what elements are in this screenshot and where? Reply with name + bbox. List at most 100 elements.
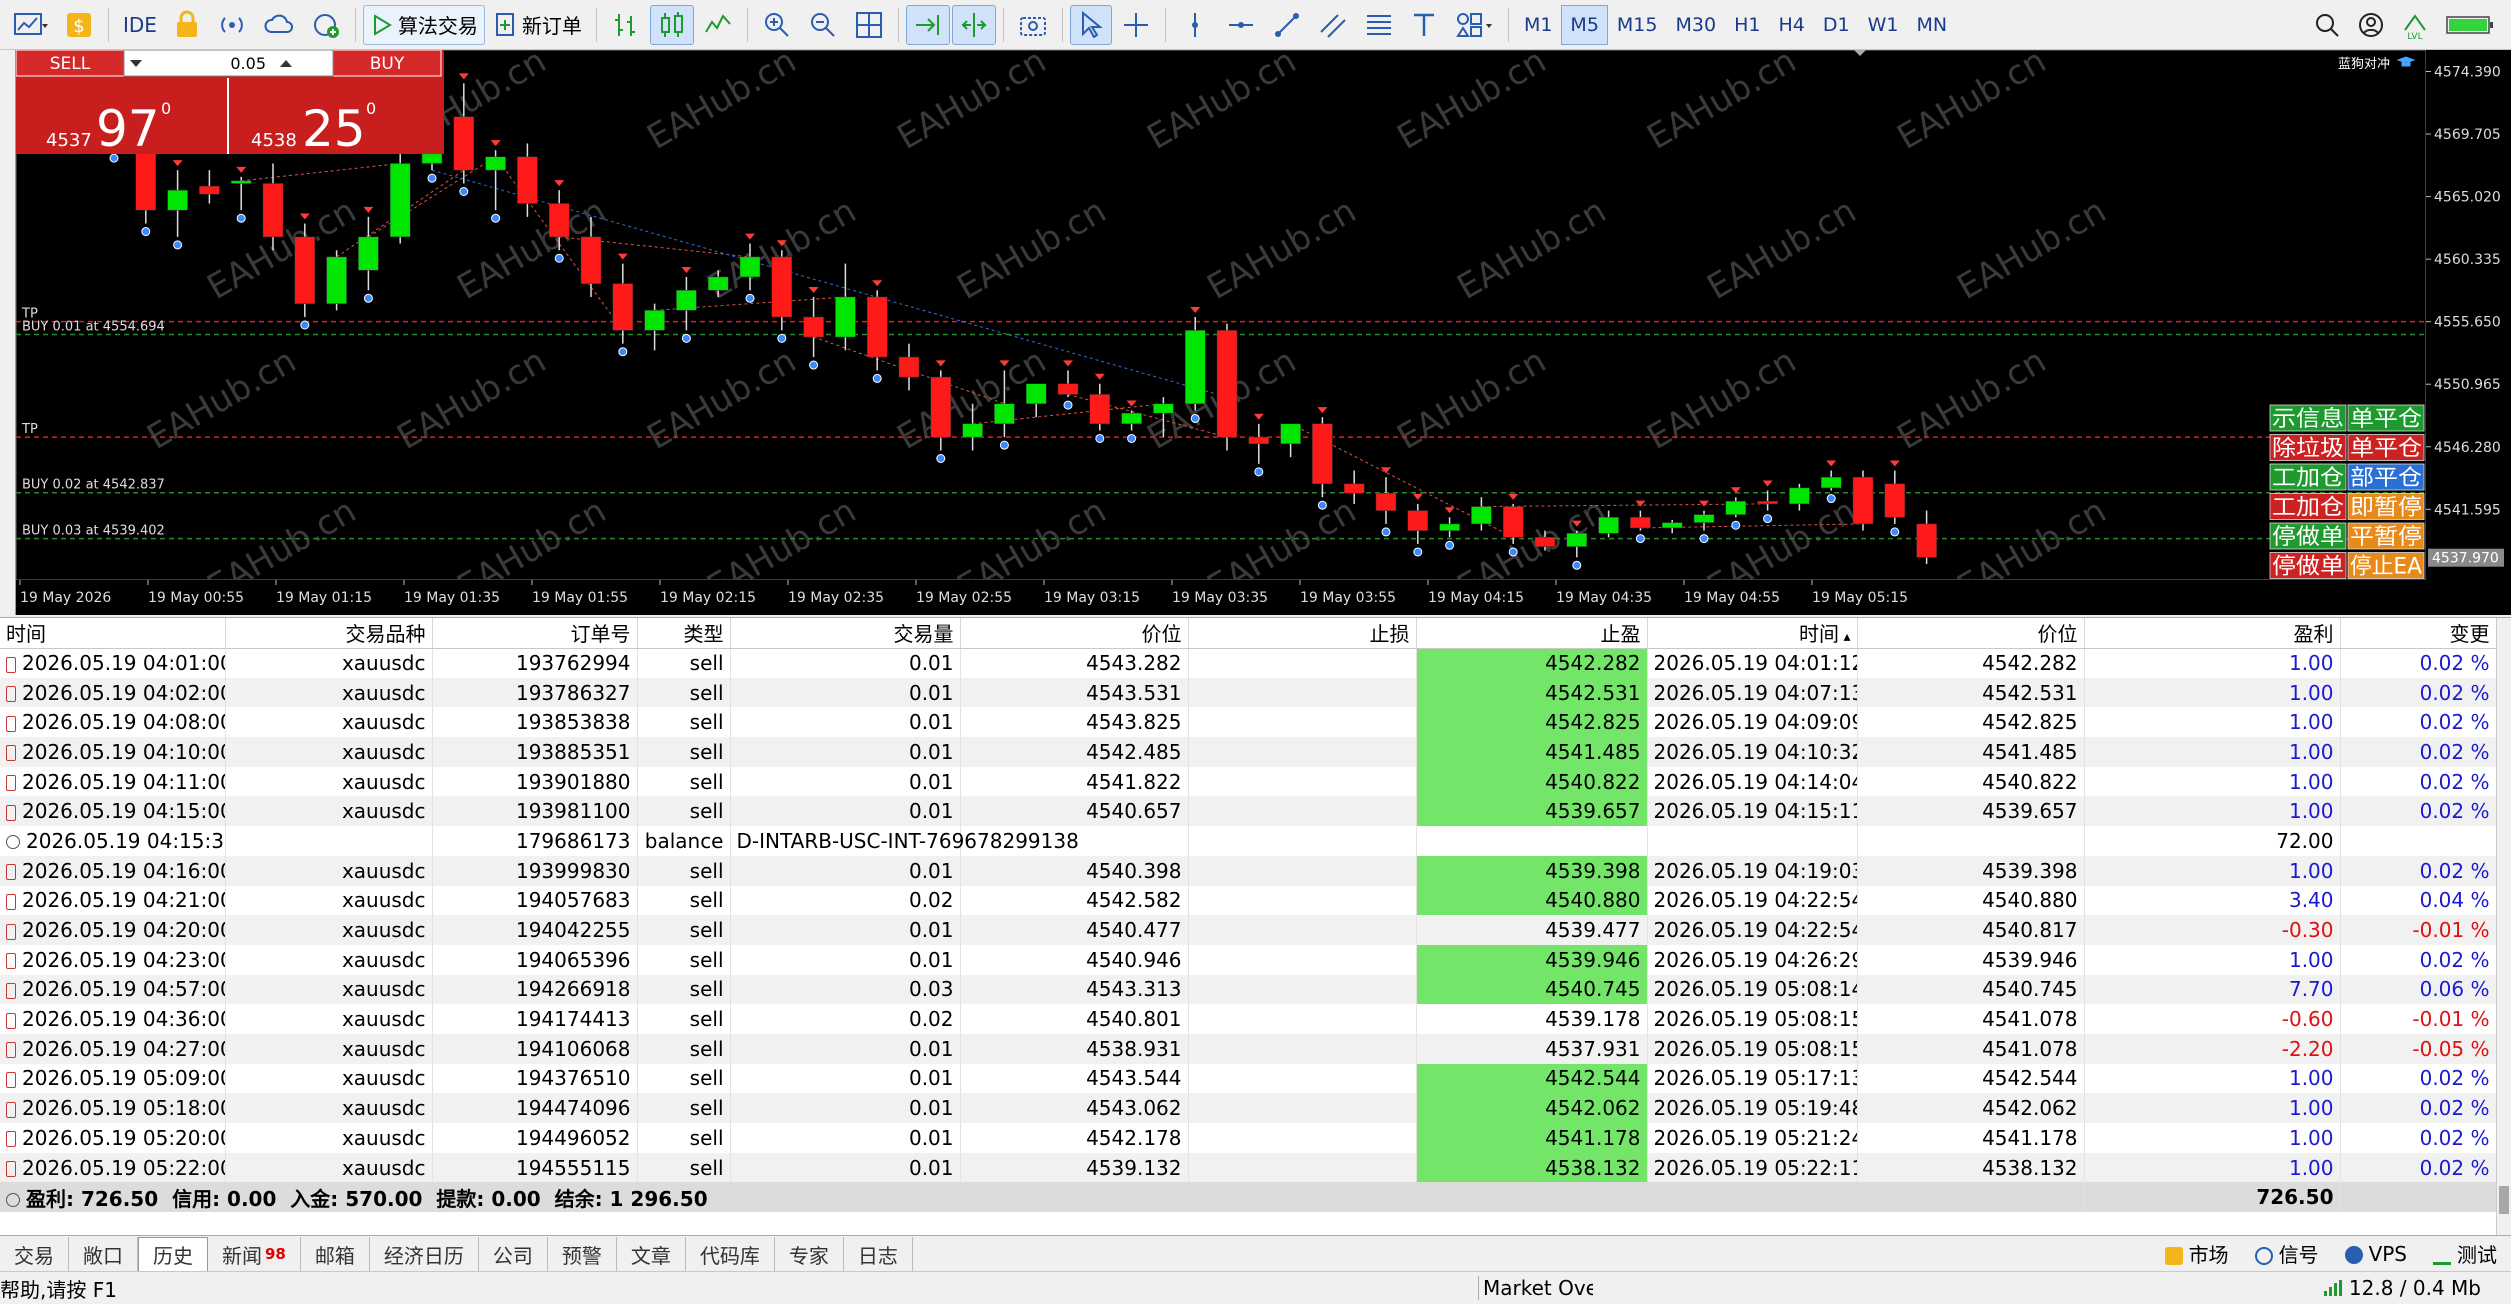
tab-8[interactable]: 文章 <box>617 1237 686 1271</box>
cursor-tool-button[interactable] <box>1069 4 1112 45</box>
candle-body[interactable] <box>1025 383 1047 405</box>
column-header-3[interactable]: 类型 <box>637 618 731 649</box>
candle-body[interactable] <box>1502 506 1524 538</box>
candle-body[interactable] <box>898 356 920 378</box>
candle-body[interactable] <box>1598 517 1619 534</box>
connection-status[interactable]: 12.8 / 0.4 Mb <box>2323 1276 2511 1300</box>
column-header-1[interactable]: 交易品种 <box>225 618 433 649</box>
column-header-4[interactable]: 交易量 <box>730 618 961 649</box>
timeframe-m5[interactable]: M5 <box>1561 4 1608 45</box>
column-header-8[interactable]: 时间 ▴ <box>1647 618 1858 649</box>
table-row[interactable]: 2026.05.19 04:16:00 xauusdc 193999830 sell 0… <box>0 855 2497 886</box>
table-row[interactable]: 2026.05.19 04:02:00 xauusdc 193786327 sell 0… <box>0 677 2497 708</box>
timeframe-d1[interactable]: D1 <box>1814 5 1859 45</box>
timeframe-h1[interactable]: H1 <box>1725 5 1769 45</box>
crosshair-tool-button[interactable] <box>1114 5 1158 45</box>
lock-button[interactable] <box>166 5 208 45</box>
table-row[interactable]: 2026.05.19 04:20:00 xauusdc 194042255 sell 0… <box>0 915 2497 945</box>
chart-shift-button[interactable] <box>951 4 996 45</box>
candle-body[interactable] <box>358 236 379 271</box>
price-chart[interactable]: EAHub.cn EAHub.cn EAHub.cn EAHub.cn EAHub.cn… <box>0 50 2511 615</box>
candle-body[interactable] <box>199 185 220 195</box>
candle-body[interactable] <box>167 189 188 211</box>
table-row[interactable]: 2026.05.19 05:18:00 xauusdc 194474096 sell 0… <box>0 1093 2497 1123</box>
fibonacci-button[interactable] <box>1357 5 1401 45</box>
candle-body[interactable] <box>930 376 952 438</box>
line-chart-button[interactable] <box>696 5 740 45</box>
table-row[interactable]: 2026.05.19 04:08:00 xauusdc 193853838 sell 0… <box>0 707 2497 738</box>
candle-body[interactable] <box>517 156 538 204</box>
candle-body[interactable] <box>1884 483 1906 518</box>
candle-body[interactable] <box>389 163 411 238</box>
column-header-6[interactable]: 止损 <box>1188 618 1417 649</box>
timeframe-m30[interactable]: M30 <box>1666 5 1725 45</box>
candle-body[interactable] <box>644 310 665 331</box>
candle-body[interactable] <box>962 423 983 438</box>
table-row[interactable]: 2026.05.19 04:11:00 xauusdc 193901880 sell 0… <box>0 766 2497 797</box>
tab-10[interactable]: 专家 <box>775 1237 844 1271</box>
tab-7[interactable]: 预警 <box>548 1237 617 1271</box>
table-row[interactable]: 2026.05.19 04:36:00 xauusdc 194174413 sell 0… <box>0 1004 2497 1034</box>
candle-body[interactable] <box>1280 423 1301 445</box>
candle-body[interactable] <box>262 183 284 238</box>
candle-body[interactable] <box>1121 412 1142 425</box>
candle-body[interactable] <box>1312 423 1333 485</box>
column-header-7[interactable]: 止盈 <box>1416 618 1648 649</box>
candle-body[interactable] <box>1407 510 1429 531</box>
candle-body[interactable] <box>1184 330 1206 405</box>
candle-body[interactable] <box>1566 533 1588 547</box>
candle-body[interactable] <box>1916 523 1937 558</box>
shapes-button[interactable] <box>1447 5 1501 45</box>
candle-body[interactable] <box>1471 506 1492 525</box>
tab-4[interactable]: 邮箱 <box>301 1237 370 1271</box>
signals-link[interactable]: 信号 <box>2254 1239 2319 1268</box>
tab-5[interactable]: 经济日历 <box>370 1237 479 1271</box>
candle-body[interactable] <box>612 283 634 331</box>
candle-body[interactable] <box>1852 476 1874 525</box>
tile-windows-button[interactable] <box>847 5 891 45</box>
candle-body[interactable] <box>230 180 252 184</box>
deposit-button[interactable]: $ <box>57 5 101 45</box>
candle-body[interactable] <box>453 116 475 171</box>
tab-11[interactable]: 日志 <box>844 1237 913 1271</box>
candle-body[interactable] <box>1153 403 1174 414</box>
text-tool-button[interactable] <box>1403 5 1445 45</box>
chart-type-button[interactable] <box>5 5 55 45</box>
channel-button[interactable] <box>1311 5 1355 45</box>
candle-body[interactable] <box>1089 394 1111 425</box>
tester-link[interactable]: 测试 <box>2433 1239 2497 1268</box>
table-row[interactable]: 2026.05.19 04:01:00 xauusdc 193762994 sell 0… <box>0 648 2497 678</box>
vps-link[interactable]: VPS <box>2344 1242 2407 1266</box>
candle-body[interactable] <box>1757 500 1778 505</box>
candle-body[interactable] <box>326 256 347 304</box>
market-link[interactable]: 市场 <box>2164 1239 2229 1268</box>
table-row[interactable]: 2026.05.19 04:10:00 xauusdc 193885351 sell 0… <box>0 737 2497 767</box>
column-header-2[interactable]: 订单号 <box>432 618 638 649</box>
tab-2[interactable]: 历史 <box>138 1237 208 1271</box>
candle-body[interactable] <box>835 296 856 338</box>
candle-body[interactable] <box>1375 492 1397 511</box>
signal-button[interactable] <box>210 5 254 45</box>
level-button[interactable]: LVL <box>2394 5 2436 45</box>
history-scrollbar[interactable] <box>2496 618 2511 1236</box>
candle-body[interactable] <box>1725 500 1747 515</box>
trendline-button[interactable] <box>1265 5 1309 45</box>
table-row[interactable]: 2026.05.19 05:20:00 xauusdc 194496052 sell 0… <box>0 1123 2497 1153</box>
column-header-5[interactable]: 价位 <box>960 618 1189 649</box>
timeframe-w1[interactable]: W1 <box>1859 5 1908 45</box>
candle-body[interactable] <box>294 236 316 304</box>
table-row[interactable]: 2026.05.19 04:15:37 179686173 balance D-INT… <box>0 826 2497 856</box>
column-header-9[interactable]: 价位 <box>1857 618 2085 649</box>
candle-body[interactable] <box>1534 537 1556 547</box>
horizontal-line-button[interactable] <box>1219 5 1263 45</box>
tab-6[interactable]: 公司 <box>479 1237 548 1271</box>
candle-body[interactable] <box>1248 436 1270 445</box>
candle-body[interactable] <box>771 256 793 318</box>
volume-input[interactable] <box>123 50 334 77</box>
table-row[interactable]: 2026.05.19 05:22:00 xauusdc 194555115 sell 0… <box>0 1152 2497 1183</box>
candle-body[interactable] <box>1661 522 1683 529</box>
table-row[interactable]: 2026.05.19 04:23:00 xauusdc 194065396 sell 0… <box>0 944 2497 975</box>
ide-button[interactable]: IDE <box>116 5 164 45</box>
tab-1[interactable]: 敞口 <box>69 1237 138 1271</box>
candle-body[interactable] <box>1789 487 1810 505</box>
